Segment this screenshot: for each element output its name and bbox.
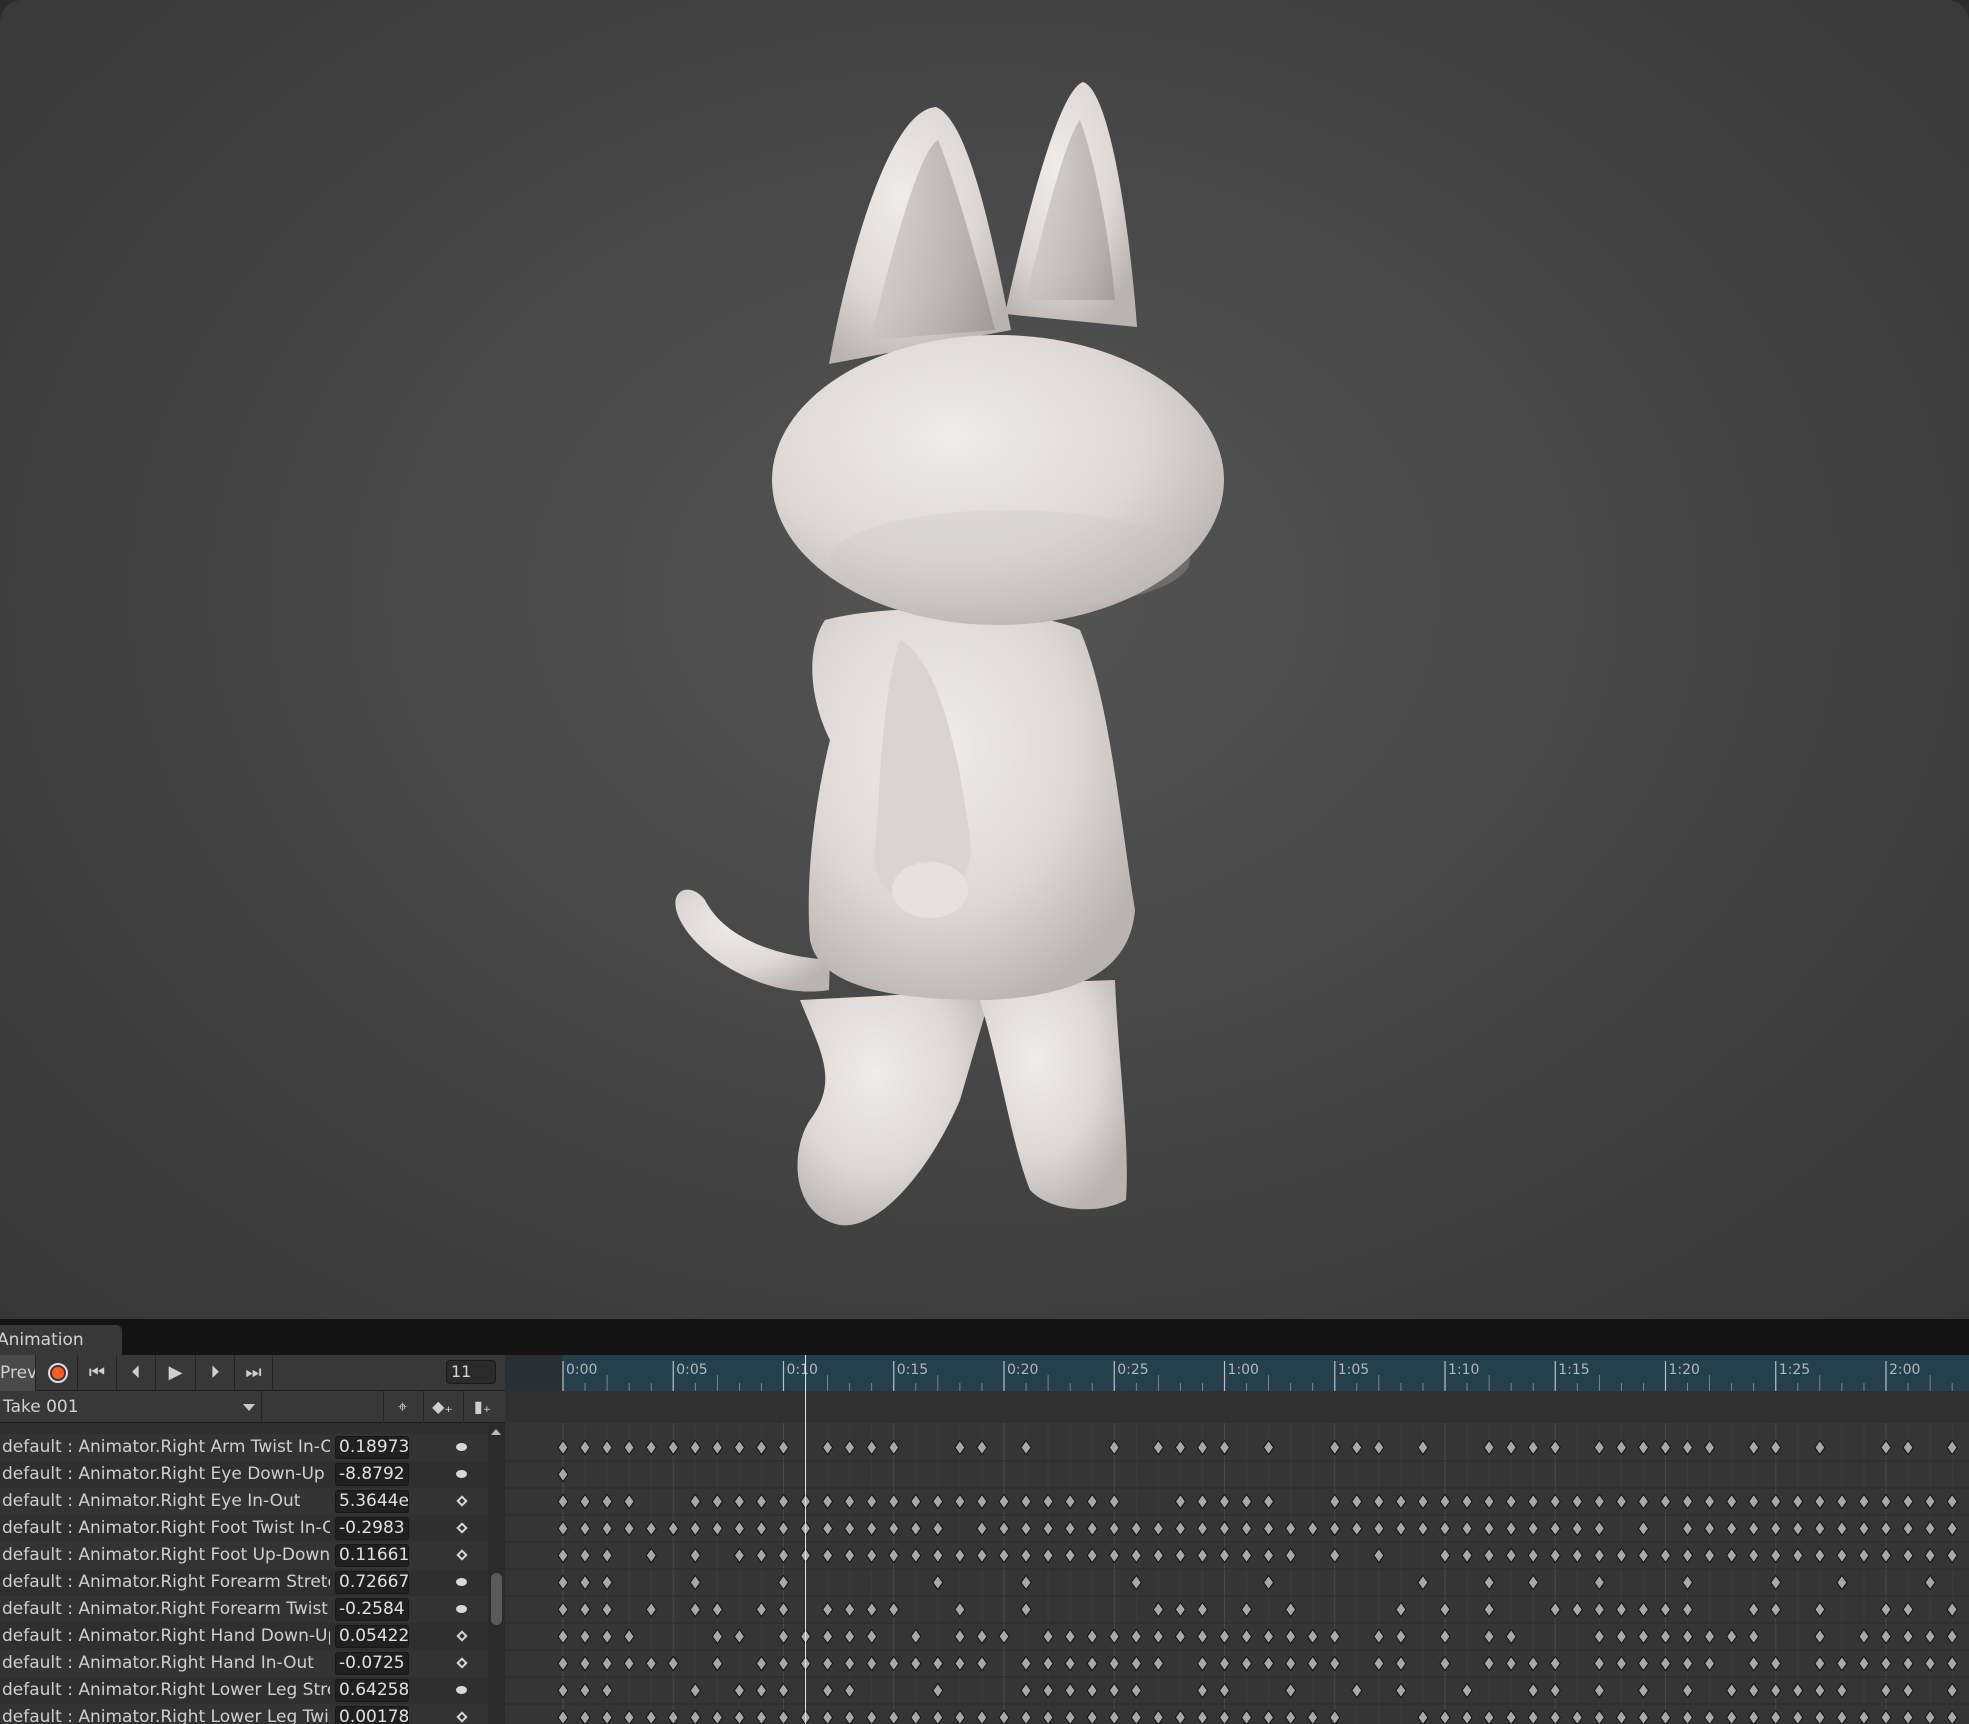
property-name: default : Animator.Right Foot Twist In-O… (2, 1518, 330, 1538)
property-value-field[interactable]: -0.0725 (335, 1652, 409, 1675)
property-value-field[interactable]: 0.00178 (335, 1706, 409, 1724)
ruler-label: 0:20 (1007, 1362, 1038, 1378)
property-name: default : Animator.Right Hand Down-Up (2, 1626, 330, 1646)
ruler-label: 0:05 (676, 1362, 707, 1378)
property-row[interactable]: default : Animator.Right Hand Down-Up 0.… (0, 1623, 488, 1650)
property-value-field[interactable]: -8.8792 (335, 1463, 409, 1486)
scroll-up-icon[interactable] (491, 1429, 501, 1435)
preview-label: Preview (0, 1363, 35, 1383)
property-row[interactable]: default : Animator.Right Forearm Twist I… (0, 1596, 488, 1623)
keyframe-ellipse-icon[interactable] (456, 1578, 467, 1586)
first-key-icon: ⏮ (88, 1362, 106, 1383)
property-row[interactable]: default : Animator.Right Arm Twist In-Ou… (0, 1434, 488, 1461)
keyframe-ellipse-icon[interactable] (456, 1443, 467, 1451)
property-name: default : Animator.Right Forearm Twist I… (2, 1599, 330, 1619)
keyframe-diamond-icon[interactable] (456, 1711, 468, 1723)
tab-bar: Animation (0, 1319, 1969, 1355)
property-name: default : Animator.Right Foot Up-Down (2, 1545, 330, 1565)
property-row[interactable]: default : Animator.Right Forearm Stretch… (0, 1569, 488, 1596)
tab-animation[interactable]: Animation (0, 1325, 122, 1355)
keyframe-diamond-icon[interactable] (456, 1522, 468, 1534)
keyframe-diamond-icon[interactable] (456, 1630, 468, 1642)
playback-toolbar: Preview ⏮ ⏴ ▶ ⏵ ⏭ 11 (0, 1355, 505, 1391)
property-value-field[interactable]: 0.18973 (335, 1436, 409, 1459)
add-keyframe-icon: ◆₊ (432, 1397, 453, 1416)
keyframe-area (505, 1423, 1969, 1724)
ruler-label: 0:00 (566, 1362, 597, 1378)
cat-character-model (675, 82, 1224, 1226)
ruler-label: 0:15 (897, 1362, 928, 1378)
property-row[interactable]: default : Animator.Right Lower Leg Twist… (0, 1704, 488, 1724)
property-name: default : Animator.Right Forearm Stretch (2, 1572, 330, 1592)
property-row[interactable]: default : Animator.Right Eye In-Out 5.36… (0, 1488, 488, 1515)
property-value-field[interactable]: 0.11661 (335, 1544, 409, 1567)
property-value-field[interactable]: 0.05422 (335, 1625, 409, 1648)
ruler-label: 2:00 (1889, 1362, 1920, 1378)
last-key-button[interactable]: ⏭ (235, 1355, 273, 1391)
next-key-icon: ⏵ (210, 1362, 220, 1383)
event-lane (505, 1391, 1969, 1423)
preview-button[interactable]: Preview (0, 1355, 36, 1391)
add-event-button[interactable]: ▮₊ (463, 1391, 501, 1423)
property-value-field[interactable]: 0.64258 (335, 1679, 409, 1702)
keyframe-diamond-icon[interactable] (456, 1495, 468, 1507)
property-name: default : Animator.Right Hand In-Out (2, 1653, 314, 1673)
property-scrollbar[interactable] (488, 1423, 505, 1724)
record-icon (47, 1363, 68, 1383)
animation-window: Animation Preview ⏮ ⏴ ▶ ⏵ ⏭ 11 Take 001 … (0, 1319, 1969, 1724)
keyframe-ellipse-icon[interactable] (456, 1686, 467, 1694)
add-keyframe-button[interactable]: ◆₊ (423, 1391, 461, 1423)
property-row[interactable]: default : Animator.Right Hand In-Out -0.… (0, 1650, 488, 1677)
record-button[interactable] (38, 1355, 78, 1391)
prev-key-button[interactable]: ⏴ (117, 1355, 156, 1391)
property-list: default : Animator.Right Arm Twist In-Ou… (0, 1423, 488, 1724)
property-row-partial (0, 1423, 488, 1434)
property-name: default : Animator.Right Eye Down-Up (2, 1464, 325, 1484)
filter-by-selection-button[interactable]: ⌖ (383, 1391, 421, 1423)
ruler-label: 1:25 (1779, 1362, 1810, 1378)
ruler-label: 1:05 (1338, 1362, 1369, 1378)
property-value-field[interactable]: 5.3644e (335, 1490, 409, 1513)
clip-selector[interactable]: Take 001 (0, 1391, 262, 1423)
keyframe-ellipse-icon[interactable] (456, 1605, 467, 1613)
ruler-label: 0:25 (1117, 1362, 1148, 1378)
last-key-icon: ⏭ (245, 1362, 262, 1383)
filter-by-selection-icon: ⌖ (397, 1397, 407, 1416)
property-name: default : Animator.Right Arm Twist In-Ou… (2, 1437, 330, 1457)
dopesheet-timeline[interactable]: 0:00 0:05 0:10 0:15 0:20 0:25 1:00 1:05 1:10 1:15… (505, 1355, 1969, 1724)
clip-toolbar: Take 001 ⌖ ◆₊ ▮₊ (0, 1391, 505, 1423)
keyframe-ellipse-icon[interactable] (456, 1470, 467, 1478)
scene-viewport[interactable] (0, 0, 1969, 1319)
chevron-down-icon (243, 1404, 255, 1411)
property-row[interactable]: default : Animator.Right Foot Up-Down 0.… (0, 1542, 488, 1569)
property-row[interactable]: default : Animator.Right Lower Leg Stret… (0, 1677, 488, 1704)
property-name: default : Animator.Right Eye In-Out (2, 1491, 301, 1511)
ruler-label: 1:10 (1448, 1362, 1479, 1378)
ruler-label: 1:20 (1669, 1362, 1700, 1378)
ruler-label: 1:15 (1558, 1362, 1589, 1378)
frame-field[interactable]: 11 (446, 1360, 496, 1384)
play-button[interactable]: ▶ (156, 1355, 196, 1391)
keyframe-diamond-icon[interactable] (456, 1657, 468, 1669)
property-row[interactable]: default : Animator.Right Foot Twist In-O… (0, 1515, 488, 1542)
property-value-field[interactable]: -0.2584 (335, 1598, 409, 1621)
property-name: default : Animator.Right Lower Leg Twist… (2, 1707, 330, 1724)
ruler-label: 0:10 (787, 1362, 818, 1378)
dopesheet-svg[interactable]: 0:00 0:05 0:10 0:15 0:20 0:25 1:00 1:05 1:10 1:15… (505, 1355, 1969, 1724)
next-key-button[interactable]: ⏵ (196, 1355, 235, 1391)
property-name: default : Animator.Right Lower Leg Stret… (2, 1680, 330, 1700)
time-ruler (563, 1355, 1969, 1391)
property-row[interactable]: default : Animator.Right Eye Down-Up -8.… (0, 1461, 488, 1488)
clip-name: Take 001 (3, 1397, 79, 1417)
property-value-field[interactable]: 0.72667 (335, 1571, 409, 1594)
first-key-button[interactable]: ⏮ (78, 1355, 117, 1391)
property-value-field[interactable]: -0.2983 (335, 1517, 409, 1540)
scrollbar-thumb[interactable] (491, 1573, 502, 1625)
add-event-icon: ▮₊ (473, 1397, 492, 1416)
ruler-label: 1:00 (1228, 1362, 1259, 1378)
keyframe-diamond-icon[interactable] (456, 1549, 468, 1561)
prev-key-icon: ⏴ (131, 1362, 141, 1383)
play-icon: ▶ (168, 1362, 183, 1383)
